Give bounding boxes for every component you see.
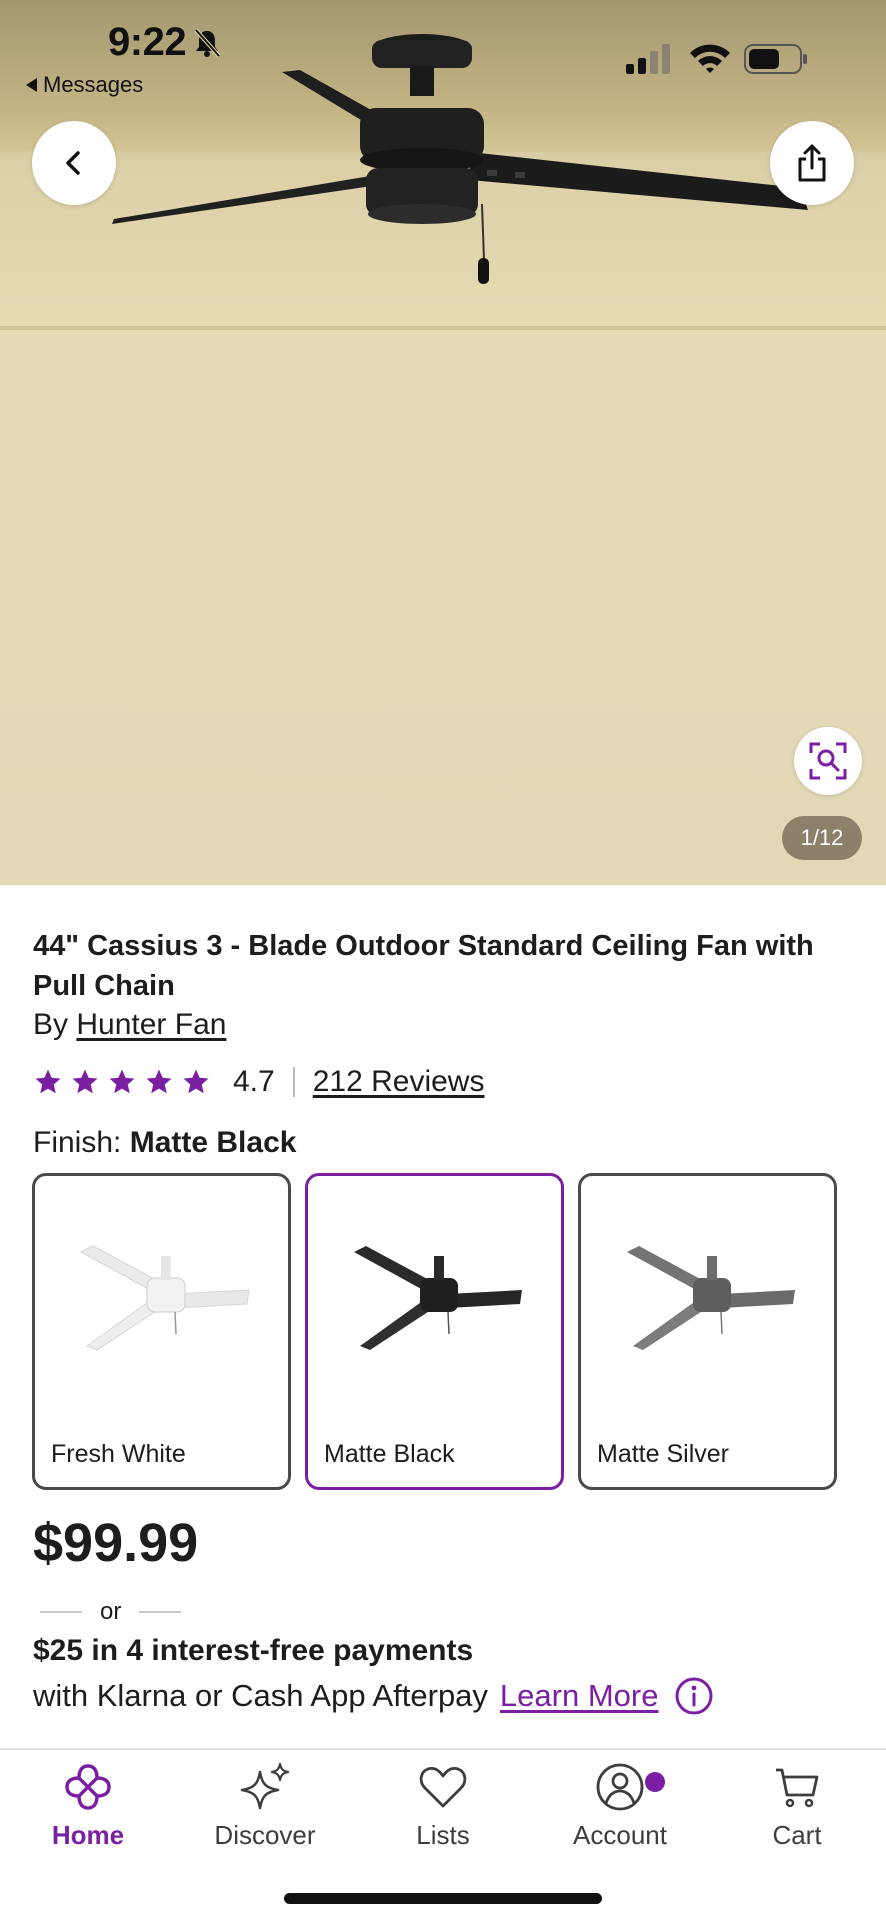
star-icon <box>183 1069 209 1094</box>
nav-lists[interactable]: Lists <box>368 1762 518 1851</box>
battery-icon <box>744 44 807 74</box>
finish-option-matte-silver[interactable]: Matte Silver <box>578 1173 837 1490</box>
installment-offer: $25 in 4 interest-free payments <box>33 1634 474 1667</box>
fan-thumbnail-black <box>354 1246 522 1350</box>
share-button[interactable] <box>770 121 854 205</box>
nav-label: Cart <box>772 1820 822 1850</box>
rating-value: 4.7 <box>233 1065 275 1098</box>
product-title: 44" Cassius 3 - Blade Outdoor Standard C… <box>33 930 814 1002</box>
learn-more-link[interactable]: Learn More <box>500 1678 659 1714</box>
nav-label: Lists <box>416 1820 470 1850</box>
installment-provider-line: with Klarna or Cash App Afterpay Learn M… <box>33 1676 714 1716</box>
brand-line: By Hunter Fan <box>33 1008 226 1042</box>
wifi-icon <box>690 44 730 73</box>
back-triangle-icon <box>26 78 37 92</box>
finish-option-fresh-white[interactable]: Fresh White <box>32 1173 291 1490</box>
product-image-gallery[interactable]: 9:22 Messages 1/12 <box>0 0 886 885</box>
rating-divider <box>292 1067 295 1097</box>
info-icon[interactable] <box>674 1676 714 1716</box>
price: $99.99 <box>33 1513 199 1573</box>
home-indicator <box>284 1893 602 1904</box>
nav-label: Discover <box>214 1820 316 1850</box>
star-icon <box>72 1069 98 1094</box>
by-prefix: By <box>33 1008 69 1041</box>
cellular-signal-icon <box>626 44 670 74</box>
discover-sparkle-icon <box>240 1762 290 1810</box>
heart-icon <box>419 1767 467 1808</box>
nav-label: Account <box>573 1820 667 1850</box>
rating-row: 4.7 212 Reviews <box>33 1062 484 1102</box>
nav-home[interactable]: Home <box>13 1762 163 1851</box>
finish-heading: Finish: Matte Black <box>33 1126 296 1160</box>
reviews-link[interactable]: 212 Reviews <box>313 1065 485 1099</box>
or-text: or <box>100 1598 122 1625</box>
back-app-label: Messages <box>43 72 144 97</box>
star-icon <box>109 1069 135 1094</box>
star-icon <box>35 1069 61 1094</box>
or-divider: or <box>40 1598 182 1626</box>
divider-line <box>40 1611 82 1613</box>
zoom-search-icon <box>809 742 847 780</box>
image-counter: 1/12 <box>782 816 862 860</box>
back-arrow-icon <box>66 151 80 175</box>
fan-thumbnail-silver <box>627 1246 795 1350</box>
visual-search-button[interactable] <box>794 727 862 795</box>
fan-thumbnail-white <box>79 1245 250 1351</box>
finish-selected: Matte Black <box>129 1126 297 1159</box>
cart-icon <box>776 1768 819 1808</box>
star-rating <box>33 1067 211 1097</box>
back-to-messages[interactable]: Messages <box>26 72 143 98</box>
installment-provider: with Klarna or Cash App Afterpay <box>33 1678 488 1713</box>
share-icon <box>798 144 826 182</box>
nav-label: Home <box>51 1820 125 1850</box>
account-notification-dot <box>645 1772 665 1792</box>
status-time: 9:22 <box>108 20 187 64</box>
finish-option-label: Matte Silver <box>597 1440 729 1468</box>
finish-label: Finish: <box>33 1126 122 1159</box>
finish-options: Fresh White Matte Black Matte Silver <box>32 1173 840 1490</box>
nav-discover[interactable]: Discover <box>190 1762 340 1851</box>
silent-bell-icon <box>194 28 221 58</box>
nav-account[interactable]: Account <box>545 1762 695 1851</box>
ceiling-edge <box>0 326 886 330</box>
divider-line <box>139 1611 182 1613</box>
account-icon <box>596 1763 644 1811</box>
finish-option-label: Matte Black <box>324 1440 455 1468</box>
nav-cart[interactable]: Cart <box>722 1762 872 1851</box>
finish-option-label: Fresh White <box>51 1440 186 1468</box>
star-icon <box>146 1069 172 1094</box>
finish-option-matte-black[interactable]: Matte Black <box>305 1173 564 1490</box>
back-button[interactable] <box>32 121 116 205</box>
brand-link[interactable]: Hunter Fan <box>76 1008 226 1041</box>
home-icon <box>65 1764 111 1810</box>
